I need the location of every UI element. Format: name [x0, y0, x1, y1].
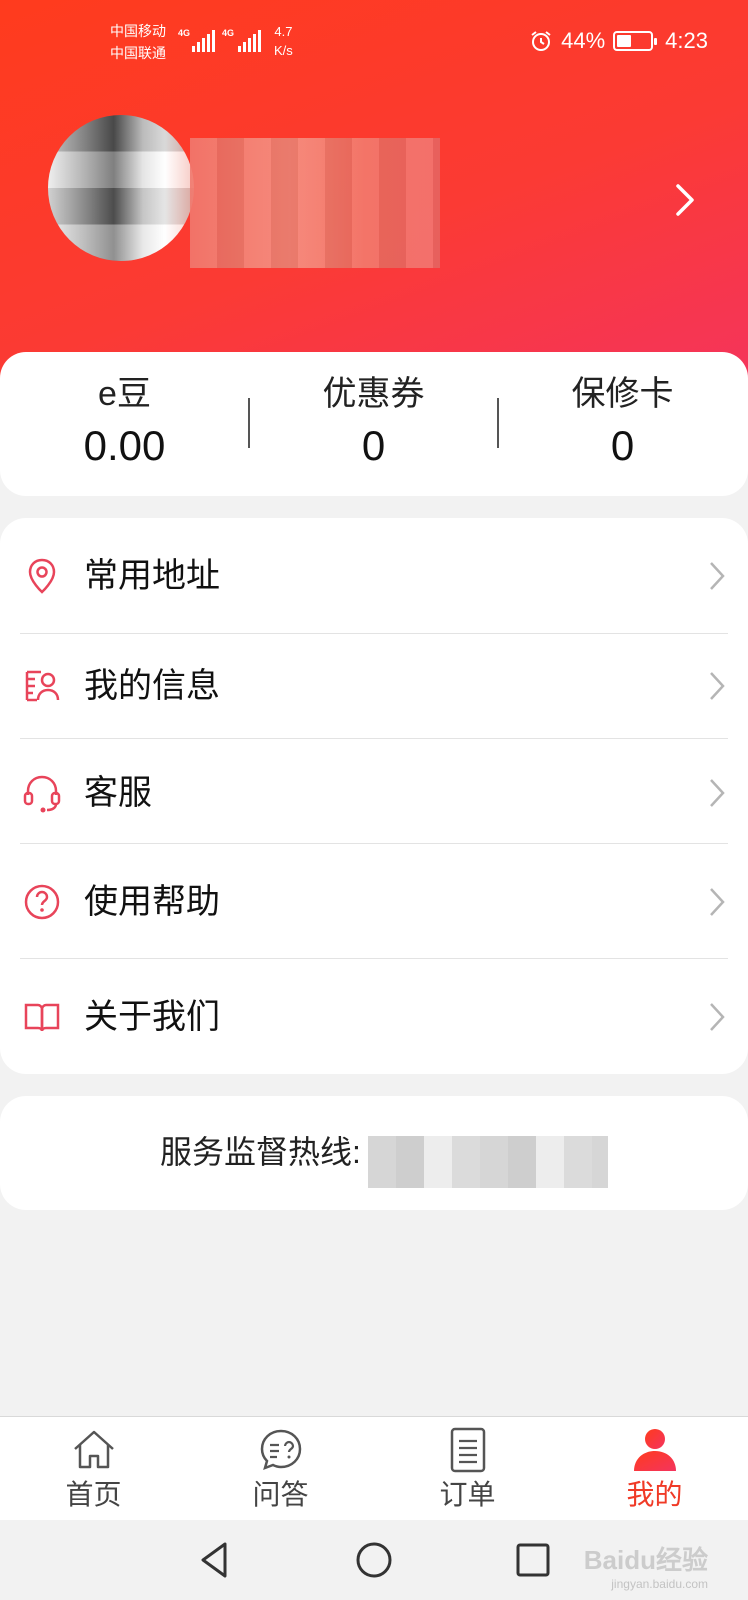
chevron-right-icon — [710, 562, 725, 590]
recents-square-icon[interactable] — [511, 1538, 555, 1582]
battery-percent: 44% — [561, 28, 606, 53]
chevron-right-icon — [710, 779, 725, 807]
menu-item-help[interactable]: 使用帮助 — [0, 844, 748, 959]
stat-label: e豆 — [98, 375, 151, 413]
home-circle-icon[interactable] — [352, 1538, 396, 1582]
headset-icon — [23, 775, 61, 813]
open-book-icon — [24, 1003, 60, 1032]
tab-label: 问答 — [252, 1479, 309, 1510]
menu-item-label: 常用地址 — [84, 557, 220, 595]
system-navigation-bar: Baidu经验 jingyan.baidu.com — [0, 1520, 748, 1600]
signal-strength-icon — [238, 30, 261, 52]
account-stats-card: e豆 0.00 优惠券 0 保修卡 0 — [0, 352, 748, 496]
status-bar: 中国移动 中国联通 4G 4G 4.7 K/s 44% 4:23 — [0, 0, 748, 72]
signal-strength-icon — [192, 30, 215, 52]
help-circle-icon — [24, 884, 60, 920]
profile-card[interactable] — [0, 100, 748, 300]
username-redacted — [190, 138, 440, 268]
chevron-right-icon — [710, 888, 725, 916]
tab-home[interactable]: 首页 — [0, 1425, 187, 1513]
carrier-names: 中国移动 中国联通 — [110, 20, 166, 64]
network-type-2: 4G — [222, 28, 235, 38]
menu-item-my-info[interactable]: 我的信息 — [0, 634, 748, 739]
clock-time: 4:23 — [665, 28, 708, 53]
chevron-right-icon — [710, 672, 725, 700]
watermark-sub: jingyan.baidu.com — [611, 1577, 708, 1591]
tab-label: 订单 — [439, 1479, 496, 1510]
carrier-2: 中国联通 — [110, 45, 166, 61]
chevron-right-icon — [710, 1003, 725, 1031]
tab-label: 首页 — [65, 1479, 122, 1510]
back-triangle-icon[interactable] — [193, 1538, 237, 1582]
profile-icon — [633, 1429, 676, 1471]
tab-mine[interactable]: 我的 — [561, 1425, 748, 1513]
menu-item-addresses[interactable]: 常用地址 — [0, 518, 748, 634]
carrier-1: 中国移动 — [110, 23, 166, 39]
menu-item-label: 客服 — [84, 774, 152, 812]
user-info-icon — [25, 670, 60, 702]
speed-value: 4.7 — [274, 24, 293, 39]
alarm-clock-icon — [531, 31, 551, 51]
chevron-right-icon[interactable] — [672, 180, 698, 220]
location-pin-icon — [28, 558, 56, 594]
stat-value: 0 — [610, 422, 635, 469]
menu-item-label: 关于我们 — [84, 998, 220, 1036]
tab-label: 我的 — [626, 1479, 683, 1510]
hotline-label: 服务监督热线: — [160, 1134, 361, 1170]
menu-item-about-us[interactable]: 关于我们 — [0, 959, 748, 1074]
watermark-text: Baidu经验 — [583, 1545, 708, 1575]
profile-header: 中国移动 中国联通 4G 4G 4.7 K/s 44% 4:23 — [0, 0, 748, 400]
tab-orders[interactable]: 订单 — [374, 1425, 561, 1513]
home-icon — [73, 1430, 114, 1469]
network-type-1: 4G — [178, 28, 191, 38]
stat-value: 0.00 — [83, 422, 166, 469]
hotline-number-redacted — [368, 1136, 608, 1188]
watermark: Baidu经验 jingyan.baidu.com — [584, 1540, 708, 1591]
tab-qa[interactable]: 问答 — [187, 1425, 374, 1513]
avatar[interactable] — [48, 115, 194, 261]
stat-label: 优惠券 — [322, 375, 425, 413]
battery-icon — [613, 31, 658, 51]
speed-unit: K/s — [274, 43, 293, 58]
stat-value: 0 — [361, 422, 386, 469]
qa-bubble-icon — [260, 1429, 301, 1471]
stat-label: 保修卡 — [571, 375, 674, 413]
bottom-tab-bar: 首页 问答 订单 我的 — [0, 1416, 748, 1520]
order-list-icon — [450, 1427, 485, 1473]
menu-item-label: 我的信息 — [84, 667, 220, 705]
stat-e-beans[interactable]: e豆 0.00 — [0, 372, 249, 476]
menu-item-customer-service[interactable]: 客服 — [0, 739, 748, 844]
network-speed: 4.7 K/s — [274, 22, 293, 60]
stat-coupons[interactable]: 优惠券 0 — [249, 372, 498, 476]
settings-menu: 常用地址 我的信息 客服 使用帮助 关于我们 — [0, 518, 748, 1074]
menu-item-label: 使用帮助 — [84, 883, 220, 921]
service-hotline[interactable]: 服务监督热线: — [0, 1096, 748, 1210]
stat-warranty-cards[interactable]: 保修卡 0 — [498, 372, 747, 476]
